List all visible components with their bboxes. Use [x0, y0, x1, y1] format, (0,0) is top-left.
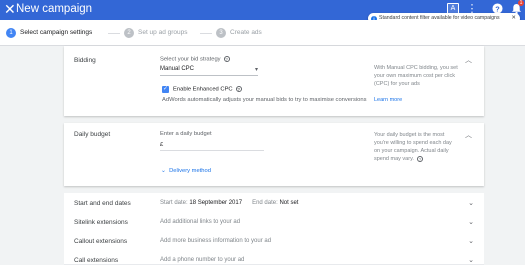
notification-badge: 1: [518, 0, 524, 6]
close-icon[interactable]: ✕: [4, 2, 16, 16]
step-create-ads[interactable]: 3 Create ads: [216, 28, 262, 38]
start-date-value: 18 September 2017: [189, 200, 243, 206]
page-title: New campaign: [16, 3, 93, 15]
row-label: Call extensions: [74, 257, 119, 264]
budget-prompt: Enter a daily budget: [160, 131, 212, 137]
delivery-method-label: Delivery method: [169, 168, 211, 174]
step-label: Create ads: [230, 29, 262, 36]
enhanced-cpc-checkbox[interactable]: ✓: [162, 86, 169, 93]
delivery-method-toggle[interactable]: ⌄ Delivery method: [161, 168, 211, 174]
step-select-campaign-settings[interactable]: 1 Select campaign settings: [6, 28, 92, 38]
svg-text:?: ?: [495, 4, 500, 13]
end-date-label: End date:: [252, 200, 278, 206]
step-number: 1: [6, 28, 16, 38]
help-icon[interactable]: ?: [235, 86, 242, 92]
bid-strategy-prompt-text: Select your bid strategy: [160, 56, 221, 63]
budget-label: Daily budget: [74, 131, 111, 138]
end-date-value: Not set: [279, 200, 299, 206]
step-number: 3: [216, 28, 226, 38]
help-icon[interactable]: ?: [416, 155, 423, 162]
budget-side-text: Your daily budget is the most you're wil…: [374, 131, 458, 163]
row-value: Add additional links to your ad: [160, 219, 241, 225]
bid-strategy-prompt: Select your bid strategy?: [160, 56, 230, 63]
help-icon[interactable]: ?: [223, 56, 230, 62]
dropdown-arrow-icon: ▾: [254, 67, 258, 73]
learn-more-link[interactable]: Learn more: [374, 96, 402, 104]
step-divider: [200, 33, 212, 34]
row-value: Add a phone number to your ad: [160, 257, 245, 263]
row-call-extensions[interactable]: Call extensions Add a phone number to yo…: [64, 250, 484, 265]
bid-strategy-value: Manual CPC: [160, 66, 195, 72]
chevron-down-icon[interactable]: ⌄: [468, 218, 474, 226]
chevron-down-icon[interactable]: ⌄: [468, 237, 474, 245]
row-label: Start and end dates: [74, 200, 131, 207]
step-number: 2: [124, 28, 134, 38]
bidding-side-text: With Manual CPC bidding, you set your ow…: [374, 65, 458, 87]
step-label: Set up ad groups: [138, 29, 188, 36]
budget-currency: £: [160, 142, 164, 148]
start-date-label: Start date:: [160, 200, 188, 206]
enhanced-cpc-label-text: Enable Enhanced CPC: [173, 86, 233, 93]
bid-strategy-dropdown[interactable]: Manual CPC ▾: [160, 66, 258, 76]
row-value: Add more business information to your ad: [160, 238, 272, 244]
step-divider: [108, 33, 120, 34]
step-label: Select campaign settings: [20, 29, 93, 36]
budget-side-text-content: Your daily budget is the most you're wil…: [374, 132, 452, 162]
chevron-down-icon[interactable]: ⌄: [468, 199, 474, 207]
steps-bar: 1 Select campaign settings 2 Set up ad gro…: [0, 20, 525, 46]
row-value: Start date: 18 September 2017 End date: …: [160, 200, 298, 206]
row-label: Sitelink extensions: [74, 219, 128, 226]
chevron-down-icon: ⌄: [161, 168, 166, 174]
collapse-icon[interactable]: ︿: [465, 130, 472, 140]
row-label: Callout extensions: [74, 238, 128, 245]
step-set-up-ad-groups[interactable]: 2 Set up ad groups: [124, 28, 188, 38]
enhanced-cpc-label: Enable Enhanced CPC?: [173, 86, 242, 93]
enhanced-cpc-help: AdWords automatically adjusts your manua…: [162, 97, 367, 103]
budget-input[interactable]: [160, 150, 264, 151]
bidding-label: Bidding: [74, 57, 96, 64]
collapse-icon[interactable]: ︿: [465, 55, 472, 65]
chevron-down-icon[interactable]: ⌄: [468, 256, 474, 264]
